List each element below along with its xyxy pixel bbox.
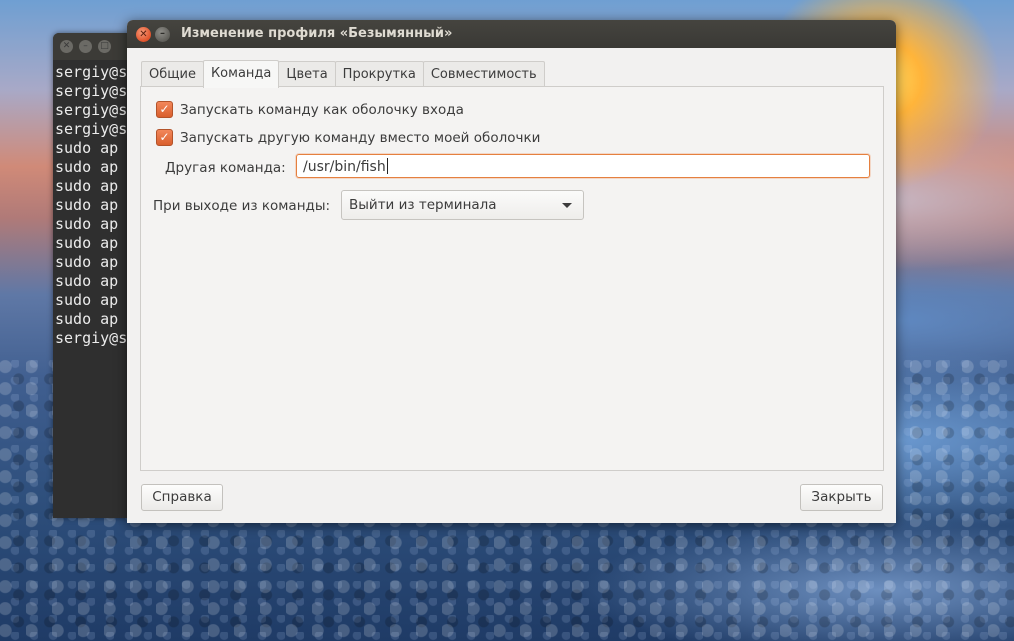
tab-colors[interactable]: Цвета <box>278 61 336 87</box>
dialog-titlebar[interactable]: ✕ – Изменение профиля «Безымянный» <box>127 20 896 48</box>
login-shell-label: Запускать команду как оболочку входа <box>180 101 464 118</box>
custom-command-option-label: Запускать другую команду вместо моей обо… <box>180 129 541 146</box>
dialog-title: Изменение профиля «Безымянный» <box>181 26 453 41</box>
help-button[interactable]: Справка <box>141 484 223 511</box>
close-icon[interactable]: ✕ <box>136 27 151 42</box>
text-caret <box>386 158 388 174</box>
custom-command-label: Другая команда: <box>165 160 286 176</box>
terminal-maximize-icon[interactable]: □ <box>98 40 111 53</box>
tab-command[interactable]: Команда <box>202 60 280 88</box>
command-tab-panel: ✓ Запускать команду как оболочку входа ✓… <box>140 86 884 471</box>
terminal-close-icon[interactable]: ✕ <box>60 40 73 53</box>
custom-command-value: /usr/bin/fish <box>303 159 386 175</box>
terminal-minimize-icon[interactable]: – <box>79 40 92 53</box>
custom-command-option[interactable]: ✓ Запускать другую команду вместо моей о… <box>156 129 540 146</box>
tab-scrolling[interactable]: Прокрутка <box>334 61 424 87</box>
custom-command-input[interactable]: /usr/bin/fish <box>296 154 870 178</box>
custom-command-checkbox[interactable]: ✓ <box>156 129 173 146</box>
on-exit-dropdown[interactable]: Выйти из терминала <box>341 190 584 220</box>
on-exit-label: При выходе из команды: <box>153 198 331 214</box>
tab-compatibility[interactable]: Совместимость <box>422 61 545 87</box>
dropdown-arrow-icon <box>562 203 572 208</box>
login-shell-option[interactable]: ✓ Запускать команду как оболочку входа <box>156 101 464 118</box>
tab-general[interactable]: Общие <box>141 61 204 87</box>
tab-bar: Общие Команда Цвета Прокрутка Совместимо… <box>141 60 545 88</box>
profile-dialog: ✕ – Изменение профиля «Безымянный» Общие… <box>127 20 896 523</box>
minimize-icon[interactable]: – <box>155 27 170 42</box>
login-shell-checkbox[interactable]: ✓ <box>156 101 173 118</box>
close-button[interactable]: Закрыть <box>800 484 883 511</box>
on-exit-selected-value: Выйти из терминала <box>349 197 497 213</box>
